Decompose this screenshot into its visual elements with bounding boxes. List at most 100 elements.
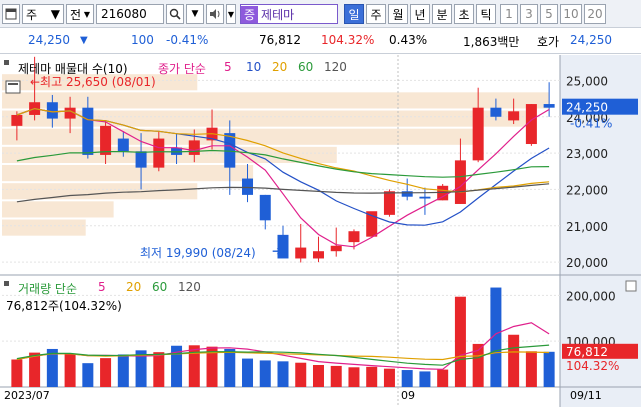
price-tick-0: 25,000 [566, 74, 608, 88]
candle-body-26 [472, 107, 484, 161]
candle-body-17 [312, 251, 324, 259]
volume-bar-15 [277, 361, 289, 387]
search-icon[interactable] [166, 4, 184, 24]
candle-body-21 [383, 191, 395, 215]
turnover-rate: 0.43% [389, 33, 428, 47]
volume-profile-bar-4 [2, 128, 477, 145]
code-value: 216080 [101, 7, 147, 21]
speaker-icon[interactable] [206, 4, 224, 24]
volume-bar-10 [188, 345, 200, 387]
candle-body-12 [224, 133, 236, 168]
price-tick-4: 21,000 [566, 220, 608, 234]
period-tab-3[interactable]: 년 [410, 4, 430, 24]
interval-tab-1[interactable]: 1 [500, 4, 518, 24]
volume-bar-1 [29, 352, 41, 387]
prev-select[interactable]: 전 ▼ [66, 4, 94, 24]
price-tick-5: 20,000 [566, 256, 608, 270]
chart-title-marker [4, 60, 9, 65]
price-tick-3: 22,000 [566, 183, 608, 197]
chevron-down-icon[interactable]: ▼ [226, 4, 236, 24]
volume-bar-12 [224, 348, 236, 387]
price-tick-2: 23,000 [566, 147, 608, 161]
candle-body-27 [490, 107, 502, 117]
x-label-end: 09/11 [570, 389, 602, 402]
volume-bar-24 [437, 369, 449, 387]
interval-tab-3[interactable]: 3 [520, 4, 538, 24]
ma-period-20: 20 [272, 60, 288, 74]
volume-bar-22 [401, 370, 413, 387]
volume-bar-29 [525, 351, 537, 387]
candle-body-10 [188, 140, 200, 155]
period-tab-4[interactable]: 분 [432, 4, 452, 24]
candle-body-18 [330, 245, 342, 252]
volume-profile-bar-9 [2, 219, 86, 236]
candle-body-5 [100, 125, 112, 155]
theme-badge: 증 [241, 5, 259, 23]
toolbar: 주 ▼ 전 ▼ 216080 ▼ ▼ 증 제테마 일주월년분초틱 1 3 5 10 20 [0, 0, 641, 28]
hoga-label: 호가 [537, 35, 560, 49]
calculator-icon [5, 80, 21, 94]
interval-tab-5[interactable]: 5 [540, 4, 558, 24]
price-change: 100 [131, 33, 154, 47]
chart-area[interactable]: 25,000 24,000 23,000 22,000 21,000 20,000 200,… [0, 55, 641, 407]
chevron-down-icon[interactable]: ▼ [186, 4, 204, 24]
candle-body-4 [82, 107, 94, 155]
volume-bar-14 [259, 360, 271, 387]
market-select[interactable]: 주 ▼ [22, 4, 64, 24]
current-pct-text: -0.41% [570, 117, 612, 131]
vol-tick-0: 200,000 [566, 289, 616, 303]
volume-bar-18 [330, 365, 342, 387]
theme-button[interactable]: 증 제테마 [240, 4, 338, 24]
volume-bar-0 [11, 359, 23, 387]
interval-tab-10[interactable]: 10 [560, 4, 582, 24]
vol-ma-60: 60 [152, 280, 168, 294]
interval-tab-20[interactable]: 20 [584, 4, 606, 24]
candle-body-22 [401, 191, 413, 197]
prev-select-label: 전 [70, 7, 82, 22]
volume-bar-25 [454, 296, 466, 387]
volume-panel-close-icon [625, 280, 637, 292]
volume-bar-4 [82, 363, 94, 387]
chevron-down-icon: ▼ [50, 7, 60, 21]
current-price-marker-text: 24,250 [566, 101, 608, 115]
ticker-bar: 24,250 ▼ 100 -0.41% 76,812 104.32% 0.43%… [0, 28, 641, 54]
code-input[interactable]: 216080 [96, 4, 164, 24]
x-label-mid: 09 [401, 389, 415, 402]
volume-profile-bar-6 [2, 165, 254, 182]
volume-bar-21 [383, 368, 395, 387]
ma-period-60: 60 [298, 60, 314, 74]
period-tab-5[interactable]: 초 [454, 4, 474, 24]
vol-ma-120: 120 [178, 280, 201, 294]
volume-title-marker [4, 281, 9, 286]
candle-body-13 [242, 178, 254, 195]
window-icon[interactable] [2, 4, 20, 24]
hoga-price: 24,250 [570, 33, 612, 47]
candle-body-8 [153, 138, 165, 168]
volume-profile-bar-8 [2, 201, 114, 218]
candle-body-19 [348, 231, 360, 243]
period-tab-2[interactable]: 월 [388, 4, 408, 24]
period-tab-1[interactable]: 주 [366, 4, 386, 24]
chart-svg: 25,00024,00023,00022,00021,00020,000200,… [0, 55, 641, 407]
candle-body-0 [11, 114, 23, 126]
low-label: 최저 19,990 (08/24) [140, 246, 256, 260]
period-tab-6[interactable]: 틱 [476, 4, 496, 24]
volume-bar-30 [543, 351, 555, 387]
ma-period-5: 5 [224, 60, 232, 74]
volume-value: 76,812 [259, 33, 301, 47]
volume-ratio: 104.32% [321, 33, 375, 47]
volume-bar-3 [64, 354, 76, 387]
calculator-icon-bar [8, 83, 18, 85]
ma-period-120: 120 [324, 60, 347, 74]
volume-bar-13 [242, 358, 254, 387]
volume-bar-17 [312, 365, 324, 387]
ma-label: 종가 단순 [158, 62, 206, 76]
volume-bar-19 [348, 367, 360, 387]
candle-body-6 [117, 138, 129, 152]
period-tab-0[interactable]: 일 [344, 4, 364, 24]
volume-bar-20 [366, 366, 378, 387]
volume-bar-6 [117, 354, 129, 387]
theme-name: 제테마 [261, 7, 295, 22]
volume-current-label: 76,812주(104.32%) [6, 299, 122, 313]
volume-bar-28 [508, 334, 520, 387]
